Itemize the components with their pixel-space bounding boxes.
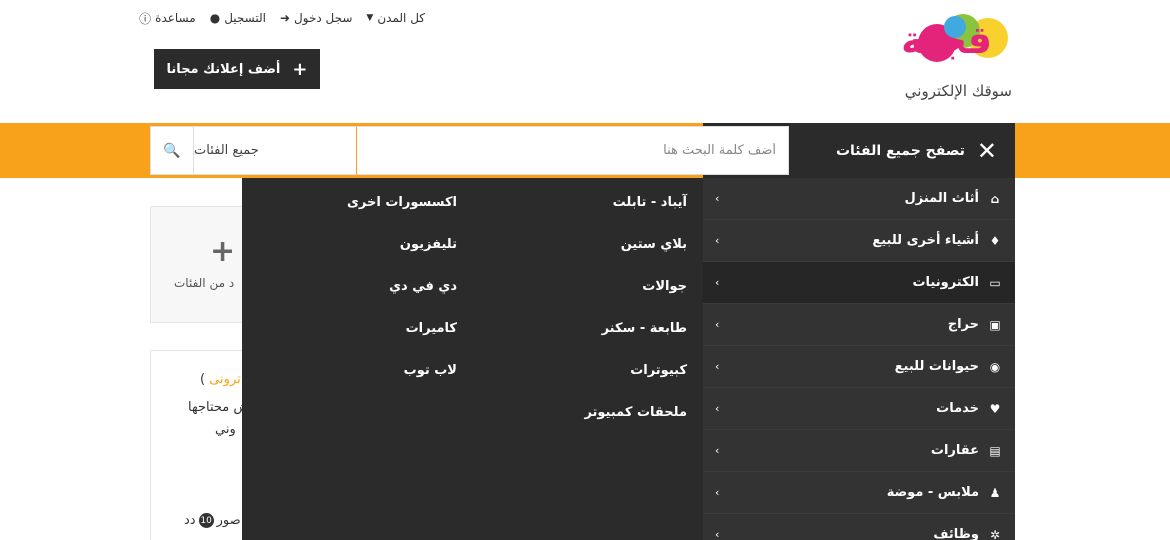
home-icon: ⌂: [990, 191, 1000, 206]
cities-dropdown[interactable]: كل المدن ▼: [366, 10, 425, 26]
page: كل المدن ▼ سجل دخول ➜ التسجيل ● مساعدة ⓘ…: [0, 0, 1170, 540]
person-icon: ♟: [989, 485, 1001, 500]
category-label: حراج: [947, 317, 979, 332]
category-item-furniture[interactable]: ⌂ أثاث المنزل ›: [703, 178, 1015, 220]
subcategory-link[interactable]: ملحقات كمبيوتر: [584, 388, 687, 430]
photo-count: صور 10 دد: [184, 513, 241, 528]
category-select[interactable]: جميع الفئات: [194, 126, 356, 175]
subcategory-link[interactable]: تليفزيون: [347, 220, 457, 262]
category-label: الكترونيات: [912, 275, 979, 290]
subcategory-column: اكسسورات اخرى تليفزيون دي في دي كاميرات …: [347, 178, 457, 388]
chevron-right-icon: ›: [715, 402, 720, 415]
search-input[interactable]: [356, 126, 789, 175]
sign-in-icon: ➜: [279, 11, 291, 25]
subcategory-link[interactable]: لاب توب: [347, 346, 457, 388]
cat-icon: ◉: [989, 359, 1001, 374]
category-label: أثاث المنزل: [904, 191, 979, 206]
info-icon: ⓘ: [139, 11, 152, 26]
subcategory-link[interactable]: طابعة - سكنر: [584, 304, 687, 346]
subcategory-link[interactable]: جوالات: [584, 262, 687, 304]
subcategory-link[interactable]: اكسسورات اخرى: [347, 178, 457, 220]
search-form: 🔍 جميع الفئات: [150, 126, 789, 175]
gears-icon: ✲: [989, 527, 1001, 540]
category-list: ⌂ أثاث المنزل › ♦ أشياء أخرى للبيع › ▭ ا…: [703, 178, 1015, 540]
category-item-services[interactable]: ♥ خدمات ›: [703, 388, 1015, 430]
category-label: خدمات: [936, 401, 979, 416]
category-select-value: جميع الفئات: [194, 143, 259, 158]
chevron-right-icon: ›: [715, 276, 720, 289]
subcategory-link[interactable]: كاميرات: [347, 304, 457, 346]
category-label: ملابس - موضة: [886, 485, 979, 500]
category-label: أشياء أخرى للبيع: [872, 233, 979, 248]
subcategory-link[interactable]: بلاي ستين: [584, 220, 687, 262]
register-label: التسجيل: [224, 11, 266, 25]
caret-down-icon: ▼: [366, 13, 374, 23]
user-icon: ●: [209, 11, 221, 25]
category-item-animals[interactable]: ◉ حيوانات للبيع ›: [703, 346, 1015, 388]
car-icon: ▣: [989, 317, 1001, 332]
more-categories-label: د من الفئات: [174, 276, 235, 290]
listing-text-line: ش محتاجها: [188, 400, 250, 415]
login-link[interactable]: سجل دخول ➜: [280, 10, 352, 26]
help-label: مساعدة: [155, 11, 196, 25]
browse-label: تصفح جميع الفئات: [835, 142, 965, 159]
category-label: حيوانات للبيع: [894, 359, 979, 374]
category-item-fashion[interactable]: ♟ ملابس - موضة ›: [703, 472, 1015, 514]
chevron-right-icon: ›: [715, 360, 720, 373]
register-link[interactable]: التسجيل ●: [210, 10, 266, 26]
subcategory-link[interactable]: كبيوترات: [584, 346, 687, 388]
chevron-right-icon: ›: [715, 486, 720, 499]
listing-title: ترونى ): [200, 372, 241, 387]
category-item-other[interactable]: ♦ أشياء أخرى للبيع ›: [703, 220, 1015, 262]
chevron-right-icon: ›: [715, 444, 720, 457]
monitor-icon: ▭: [989, 275, 1001, 290]
category-label: عقارات: [930, 443, 979, 458]
close-icon[interactable]: ✕: [977, 139, 997, 163]
category-item-electronics[interactable]: ▭ الكترونيات ›: [703, 262, 1015, 304]
plus-icon: +: [210, 234, 236, 269]
search-button[interactable]: 🔍: [150, 126, 194, 175]
plus-icon: +: [292, 58, 308, 80]
bell-icon: ♦: [989, 233, 1001, 248]
chevron-right-icon: ›: [715, 528, 720, 540]
post-ad-button[interactable]: + أضف إعلانك مجانا: [154, 49, 320, 89]
chevron-right-icon: ›: [715, 192, 720, 205]
post-ad-label: أضف إعلانك مجانا: [166, 61, 281, 77]
login-label: سجل دخول: [294, 11, 353, 25]
logo-tagline: سوقك الإلكتروني: [904, 82, 1012, 100]
logo-wordmark: قجنة: [901, 18, 994, 62]
photo-count-badge: 10: [198, 513, 214, 528]
cities-label: كل المدن: [377, 11, 425, 25]
listing-text-line: وني: [215, 422, 236, 437]
subcategory-link[interactable]: دي في دي: [347, 262, 457, 304]
category-item-auction[interactable]: ▣ حراج ›: [703, 304, 1015, 346]
category-label: وظائف: [933, 527, 979, 540]
chevron-right-icon: ›: [715, 234, 720, 247]
site-logo[interactable]: قجنة سوقك الإلكتروني: [852, 14, 1012, 100]
bank-icon: ▤: [989, 443, 1001, 458]
help-link[interactable]: مساعدة ⓘ: [139, 10, 196, 26]
search-icon: 🔍: [163, 142, 181, 159]
chevron-right-icon: ›: [715, 318, 720, 331]
category-item-jobs[interactable]: ✲ وظائف ›: [703, 514, 1015, 540]
subcategory-column: آيباد - تابلت بلاي ستين جوالات طابعة - س…: [584, 178, 687, 430]
top-nav: كل المدن ▼ سجل دخول ➜ التسجيل ● مساعدة ⓘ: [139, 10, 425, 26]
subcategory-link[interactable]: آيباد - تابلت: [584, 178, 687, 220]
heart-icon: ♥: [989, 401, 1001, 416]
category-item-realestate[interactable]: ▤ عقارات ›: [703, 430, 1015, 472]
